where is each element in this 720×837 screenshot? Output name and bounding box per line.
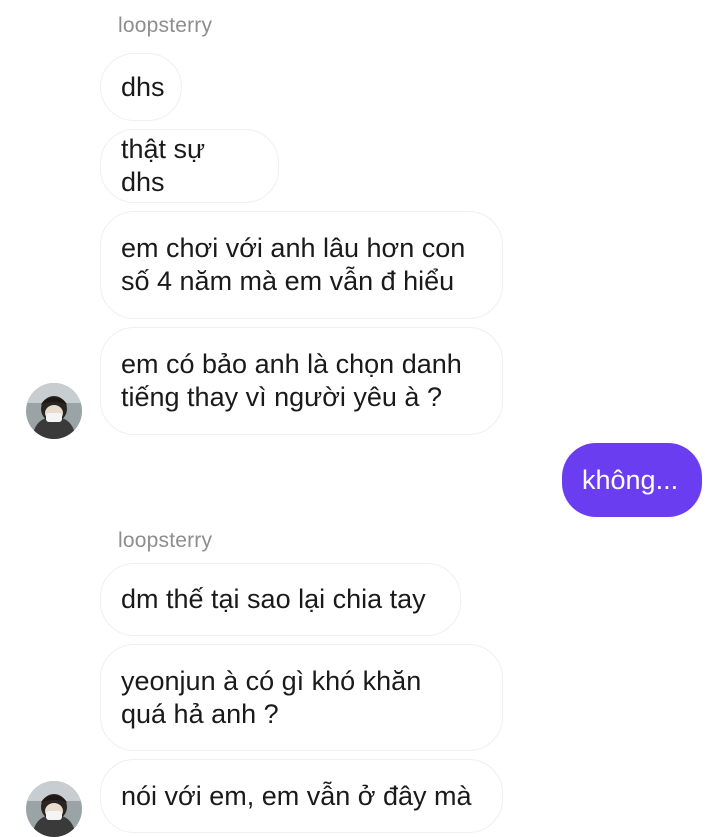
message-bubble[interactable]: dm thế tại sao lại chia tay [100,563,461,636]
message-text: dm thế tại sao lại chia tay [121,584,426,614]
message-bubble[interactable]: thật sự dhs [100,129,279,203]
sender-name: loopsterry [118,14,213,37]
message-text: dhs [121,71,165,102]
avatar[interactable] [26,383,82,439]
profile-photo-icon [26,781,82,837]
message-text: nói với em, em vẫn ở đây mà [121,780,472,811]
message-bubble-sent[interactable]: không... [562,443,702,517]
profile-photo-icon [26,383,82,439]
message-bubble[interactable]: dhs [100,53,182,121]
message-text: yeonjun à có gì khó khăn quá hả anh ? [121,665,422,729]
chat-thread: loopsterry dhs thật sự dhs em chơi với a… [0,0,720,837]
message-bubble[interactable]: em chơi với anh lâu hơn con số 4 năm mà … [100,211,503,319]
message-bubble[interactable]: nói với em, em vẫn ở đây mà [100,759,503,833]
message-text: em có bảo anh là chọn danh tiếng thay vì… [121,349,462,412]
message-text: không... [582,464,679,495]
message-text: thật sự dhs [121,134,206,197]
message-bubble[interactable]: em có bảo anh là chọn danh tiếng thay vì… [100,327,503,435]
avatar[interactable] [26,781,82,837]
message-bubble[interactable]: yeonjun à có gì khó khăn quá hả anh ? [100,644,503,751]
message-text: em chơi với anh lâu hơn con số 4 năm mà … [121,233,466,296]
sender-name: loopsterry [118,529,213,552]
